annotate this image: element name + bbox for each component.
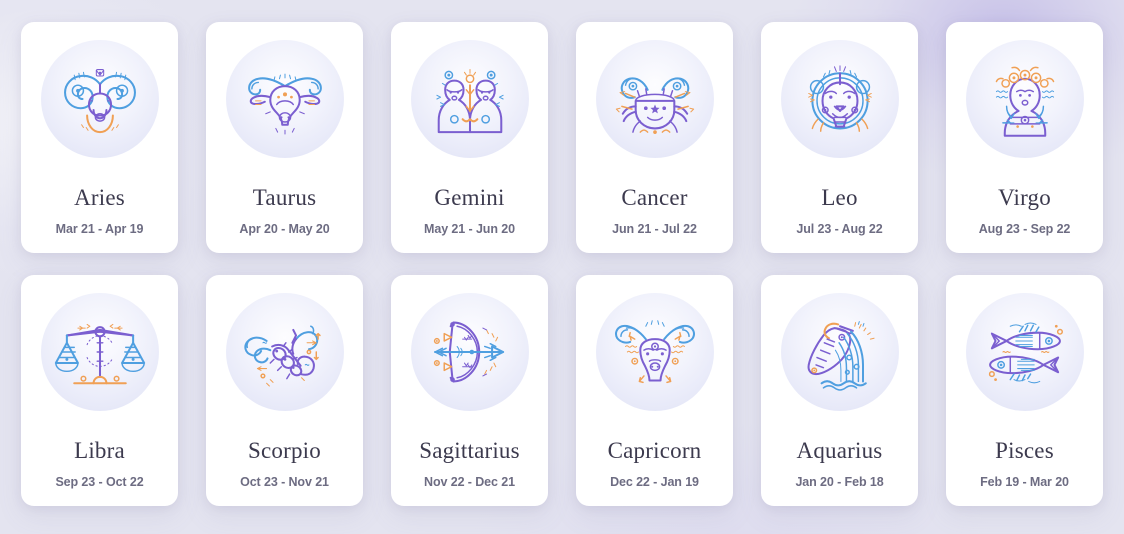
zodiac-sign-name: Aquarius (796, 438, 883, 463)
zodiac-sign-name: Libra (74, 438, 125, 463)
zodiac-sign-dates: Dec 22 - Jan 19 (610, 475, 699, 489)
zodiac-sign-dates: Aug 23 - Sep 22 (978, 222, 1071, 236)
scorpio-scorpion-icon (239, 306, 331, 398)
zodiac-card-pisces[interactable]: Pisces Feb 19 - Mar 20 (946, 275, 1103, 506)
taurus-bull-icon (239, 53, 331, 145)
libra-scales-icon (54, 306, 146, 398)
zodiac-sign-dates: Jan 20 - Feb 18 (795, 475, 884, 489)
leo-lion-icon (794, 53, 886, 145)
zodiac-card-gemini[interactable]: Gemini May 21 - Jun 20 (391, 22, 548, 253)
zodiac-card-virgo[interactable]: Virgo Aug 23 - Sep 22 (946, 22, 1103, 253)
aquarius-jug-icon (794, 306, 886, 398)
zodiac-sign-name: Cancer (621, 185, 688, 210)
zodiac-sign-dates: Sep 23 - Oct 22 (55, 475, 144, 489)
zodiac-card-capricorn[interactable]: Capricorn Dec 22 - Jan 19 (576, 275, 733, 506)
zodiac-icon-circle (965, 293, 1084, 411)
zodiac-sign-dates: Oct 23 - Nov 21 (240, 475, 329, 489)
capricorn-goat-icon (609, 306, 701, 398)
zodiac-sign-dates: Jul 23 - Aug 22 (796, 222, 883, 236)
zodiac-icon-circle (780, 293, 899, 411)
zodiac-sign-name: Gemini (434, 185, 505, 210)
zodiac-icon-circle (225, 40, 344, 158)
zodiac-sign-name: Taurus (252, 185, 317, 210)
zodiac-icon-circle (410, 293, 529, 411)
zodiac-card-libra[interactable]: Libra Sep 23 - Oct 22 (21, 275, 178, 506)
zodiac-sign-name: Sagittarius (419, 438, 520, 463)
sagittarius-bow-icon (424, 306, 516, 398)
zodiac-sign-dates: Mar 21 - Apr 19 (55, 222, 144, 236)
virgo-maiden-icon (979, 53, 1071, 145)
zodiac-sign-dates: Feb 19 - Mar 20 (980, 475, 1069, 489)
zodiac-card-sagittarius[interactable]: Sagittarius Nov 22 - Dec 21 (391, 275, 548, 506)
zodiac-icon-circle (40, 293, 159, 411)
zodiac-icon-circle (965, 40, 1084, 158)
zodiac-icon-circle (40, 40, 159, 158)
zodiac-icon-circle (595, 293, 714, 411)
zodiac-sign-name: Scorpio (248, 438, 321, 463)
zodiac-sign-name: Aries (74, 185, 125, 210)
zodiac-card-aries[interactable]: Aries Mar 21 - Apr 19 (21, 22, 178, 253)
cancer-crab-icon (609, 53, 701, 145)
zodiac-icon-circle (410, 40, 529, 158)
zodiac-sign-dates: Jun 21 - Jul 22 (612, 222, 697, 236)
zodiac-card-aquarius[interactable]: Aquarius Jan 20 - Feb 18 (761, 275, 918, 506)
zodiac-sign-dates: Nov 22 - Dec 21 (424, 475, 515, 489)
aries-ram-icon (54, 53, 146, 145)
zodiac-card-scorpio[interactable]: Scorpio Oct 23 - Nov 21 (206, 275, 363, 506)
zodiac-sign-name: Leo (821, 185, 858, 210)
zodiac-sign-grid: Aries Mar 21 - Apr 19 Taurus Apr 20 - May 2… (0, 0, 1124, 534)
zodiac-sign-dates: May 21 - Jun 20 (424, 222, 515, 236)
zodiac-icon-circle (225, 293, 344, 411)
zodiac-icon-circle (595, 40, 714, 158)
zodiac-sign-dates: Apr 20 - May 20 (239, 222, 330, 236)
zodiac-sign-name: Pisces (995, 438, 1054, 463)
zodiac-sign-name: Virgo (998, 185, 1051, 210)
pisces-fish-icon (979, 306, 1071, 398)
zodiac-card-cancer[interactable]: Cancer Jun 21 - Jul 22 (576, 22, 733, 253)
zodiac-card-leo[interactable]: Leo Jul 23 - Aug 22 (761, 22, 918, 253)
zodiac-card-taurus[interactable]: Taurus Apr 20 - May 20 (206, 22, 363, 253)
gemini-twins-icon (424, 53, 516, 145)
zodiac-sign-name: Capricorn (607, 438, 702, 463)
zodiac-icon-circle (780, 40, 899, 158)
